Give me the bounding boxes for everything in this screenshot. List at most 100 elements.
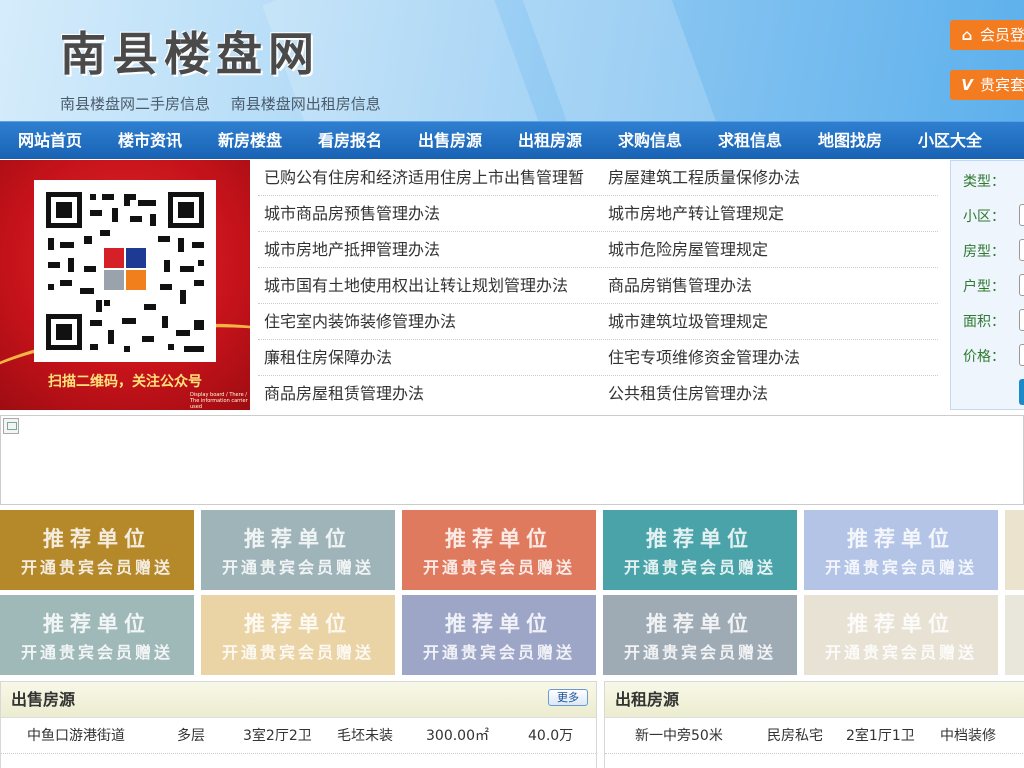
layout-select[interactable] — [1019, 274, 1024, 296]
policy-link[interactable]: 商品房销售管理办法 — [608, 268, 938, 304]
property-search-panel: 类型： 小区： 房型： 户型： 面积： 价格： — [950, 160, 1024, 410]
listing-decoration: 中档装修 — [940, 728, 996, 744]
policy-link[interactable]: 城市危险房屋管理规定 — [608, 232, 938, 268]
list-item: 城市房地产抵押管理办法 城市危险房屋管理规定 — [258, 232, 938, 268]
qr-fine-print: Display board / There / The information … — [190, 392, 248, 410]
listing-layout: 2室1厅1卫 — [846, 728, 915, 744]
tile-title: 推荐单位 — [646, 527, 754, 551]
price-label: 价格： — [963, 349, 1005, 365]
nav-item-wanted-buy[interactable]: 求购信息 — [600, 122, 700, 159]
nav-item-map-search[interactable]: 地图找房 — [800, 122, 900, 159]
panel-title: 出租房源 — [615, 690, 680, 709]
list-item: 商品房屋租赁管理办法 公共租赁住房管理办法 — [258, 376, 938, 412]
policy-link[interactable]: 公共租赁住房管理办法 — [608, 376, 938, 412]
recommend-tile[interactable]: 推荐单位 开通贵宾会员赠送 — [804, 595, 998, 675]
secondhand-link[interactable]: 南县楼盘网二手房信息 — [60, 95, 210, 113]
price-select[interactable] — [1019, 344, 1024, 366]
tile-subtitle: 开通贵宾会员赠送 — [20, 558, 173, 577]
nav-item-for-rent[interactable]: 出租房源 — [500, 122, 600, 159]
qr-promo: 扫描二维码，关注公众号 Display board / There / The … — [0, 160, 250, 410]
listing-building-type: 多层 — [177, 728, 205, 744]
search-button[interactable] — [1019, 379, 1024, 405]
nav-item-communities[interactable]: 小区大全 — [900, 122, 1000, 159]
tile-subtitle: 开通贵宾会员赠送 — [221, 558, 374, 577]
room-type-label: 房型： — [963, 244, 1005, 260]
listing-location[interactable]: 新一中旁50米 — [635, 718, 723, 754]
tile-subtitle: 开通贵宾会员赠送 — [623, 558, 776, 577]
broken-image-icon — [3, 418, 19, 434]
list-item: 住宅室内装饰装修管理办法 城市建筑垃圾管理规定 — [258, 304, 938, 340]
recommend-tile[interactable]: 推荐单位 开通贵宾会员赠送 — [201, 510, 395, 590]
member-login-label: 会员登 — [980, 26, 1024, 44]
site-logo-title[interactable]: 南县楼盘网 — [60, 18, 320, 84]
listing-decoration: 毛坯未装 — [337, 728, 393, 744]
policy-link[interactable]: 城市国有土地使用权出让转让规划管理办法 — [264, 268, 604, 304]
listing-area: 300.00㎡ — [426, 728, 489, 744]
list-item: 城市国有土地使用权出让转让规划管理办法 商品房销售管理办法 — [258, 268, 938, 304]
member-login-button[interactable]: ⌂ 会员登 — [950, 20, 1024, 50]
policy-link[interactable]: 住宅室内装饰装修管理办法 — [264, 304, 604, 340]
policy-link[interactable]: 城市房地产转让管理规定 — [608, 196, 938, 232]
nav-item-viewing-signup[interactable]: 看房报名 — [300, 122, 400, 159]
policy-link[interactable]: 城市房地产抵押管理办法 — [264, 232, 604, 268]
for-sale-panel: 出售房源 更多 中鱼口游港街道 多层 3室2厅2卫 毛坯未装 300.00㎡ 4… — [0, 681, 597, 768]
tile-title: 推荐单位 — [847, 612, 955, 636]
policy-links-list: 已购公有住房和经济适用住房上市出售管理暂 房屋建筑工程质量保修办法 城市商品房预售… — [258, 160, 938, 410]
community-input[interactable] — [1019, 204, 1024, 226]
panel-title: 出售房源 — [11, 690, 76, 709]
nav-item-wanted-rent[interactable]: 求租信息 — [700, 122, 800, 159]
tile-title: 推荐单位 — [847, 527, 955, 551]
recommend-tile[interactable]: 推荐单位开通贵宾会员赠送 — [603, 595, 797, 675]
list-item: 廉租住房保障办法 住宅专项维修资金管理办法 — [258, 340, 938, 376]
policy-link[interactable]: 已购公有住房和经济适用住房上市出售管理暂 — [264, 160, 604, 196]
tile-title: 推荐单位 — [244, 612, 352, 636]
recommend-tile[interactable]: 推荐单位开通贵宾会员赠送 — [402, 510, 596, 590]
rental-link[interactable]: 南县楼盘网出租房信息 — [231, 95, 381, 113]
policy-link[interactable]: 城市商品房预售管理办法 — [264, 196, 604, 232]
tile-subtitle: 开通贵宾会员赠送 — [422, 558, 575, 577]
recommend-tile[interactable] — [1005, 510, 1024, 590]
nav-item-home[interactable]: 网站首页 — [0, 122, 100, 159]
recommend-tile[interactable]: 推荐单位开通贵宾会员赠送 — [603, 510, 797, 590]
list-item: 城市商品房预售管理办法 城市房地产转让管理规定 — [258, 196, 938, 232]
tile-title: 推荐单位 — [43, 527, 151, 551]
recommend-tile[interactable]: 推荐单位开通贵宾会员赠送 — [0, 510, 194, 590]
table-row[interactable]: 中鱼口游港街道 多层 3室2厅2卫 毛坯未装 300.00㎡ 40.0万 — [1, 718, 596, 754]
more-button[interactable]: 更多 — [548, 689, 588, 706]
nav-item-more[interactable]: 中 — [1000, 122, 1024, 159]
vip-package-button[interactable]: V 贵宾套 — [950, 70, 1024, 100]
recommend-tile[interactable]: 推荐单位开通贵宾会员赠送 — [201, 595, 395, 675]
tile-title: 推荐单位 — [646, 612, 754, 636]
area-label: 面积： — [963, 314, 1005, 330]
recommend-tile[interactable]: 推荐单位 开通贵宾会员赠送 — [804, 510, 998, 590]
header-decoration — [519, 0, 741, 121]
policy-link[interactable]: 房屋建筑工程质量保修办法 — [608, 160, 938, 196]
table-row[interactable]: 新一中旁50米 民房私宅 2室1厅1卫 中档装修 — [605, 718, 1024, 754]
recommend-tile[interactable]: 推荐单位 开通贵宾会员赠送 — [0, 595, 194, 675]
tile-subtitle: 开通贵宾会员赠送 — [422, 643, 575, 662]
recommend-tile[interactable] — [1005, 595, 1024, 675]
policy-link[interactable]: 住宅专项维修资金管理办法 — [608, 340, 938, 376]
nav-item-new-homes[interactable]: 新房楼盘 — [200, 122, 300, 159]
tile-subtitle: 开通贵宾会员赠送 — [221, 643, 374, 662]
tile-title: 推荐单位 — [43, 612, 151, 636]
policy-link[interactable]: 城市建筑垃圾管理规定 — [608, 304, 938, 340]
header-links: 南县楼盘网二手房信息 南县楼盘网出租房信息 — [60, 93, 397, 114]
tile-subtitle: 开通贵宾会员赠送 — [623, 643, 776, 662]
listing-location[interactable]: 中鱼口游港街道 — [27, 718, 125, 754]
home-icon: ⌂ — [961, 26, 973, 44]
panel-header: 出售房源 更多 — [1, 682, 596, 718]
recommend-tile[interactable]: 推荐单位开通贵宾会员赠送 — [402, 595, 596, 675]
room-type-select[interactable] — [1019, 239, 1024, 261]
ad-banner[interactable] — [0, 415, 1024, 505]
list-item: 已购公有住房和经济适用住房上市出售管理暂 房屋建筑工程质量保修办法 — [258, 160, 938, 196]
policy-link[interactable]: 廉租住房保障办法 — [264, 340, 604, 376]
tile-title: 推荐单位 — [445, 527, 553, 551]
listing-layout: 3室2厅2卫 — [243, 728, 312, 744]
policy-link[interactable]: 商品房屋租赁管理办法 — [264, 376, 604, 412]
tile-title: 推荐单位 — [445, 612, 553, 636]
nav-item-news[interactable]: 楼市资讯 — [100, 122, 200, 159]
type-label: 类型： — [963, 174, 1005, 190]
nav-item-for-sale[interactable]: 出售房源 — [400, 122, 500, 159]
area-select[interactable] — [1019, 309, 1024, 331]
